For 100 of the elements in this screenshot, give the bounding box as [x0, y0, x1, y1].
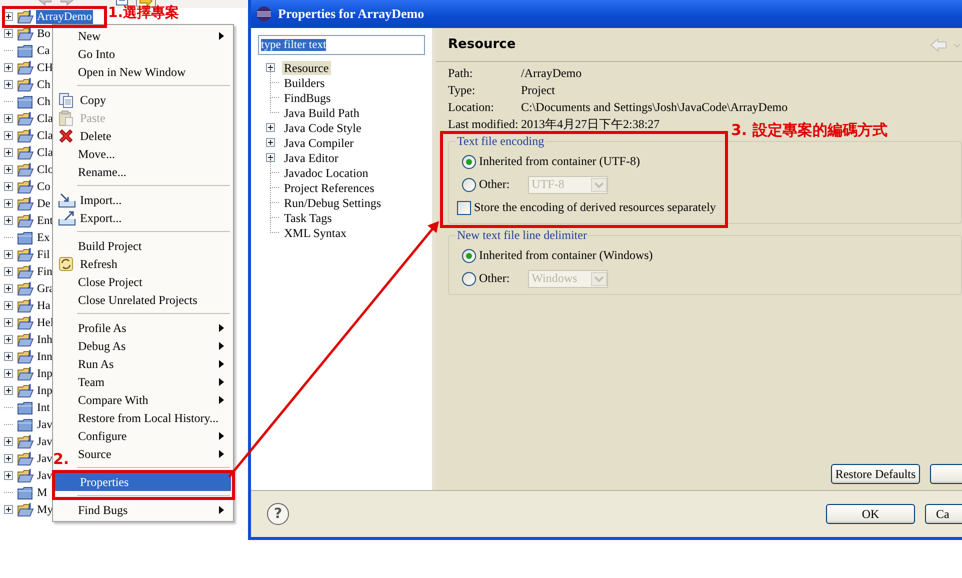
tree-item[interactable]: Resource [282, 60, 331, 74]
option-label[interactable]: Inherited from container (UTF-8) [479, 154, 640, 169]
tree-item[interactable]: Builders [282, 76, 327, 90]
tree-item[interactable]: Inn [36, 350, 54, 364]
tree-item[interactable]: Jav [36, 418, 54, 432]
option-label[interactable]: Store the encoding of derived resources separately [474, 200, 716, 215]
expand-icon[interactable] [4, 63, 13, 72]
expand-icon[interactable] [4, 437, 13, 446]
tree-item[interactable]: Java Code Style [282, 120, 364, 134]
restore-defaults-button[interactable]: Restore Defaults [831, 464, 920, 484]
radio-button[interactable] [462, 154, 476, 168]
tree-item[interactable]: De [36, 196, 52, 210]
menu-item[interactable]: Run As [75, 355, 231, 373]
expand-icon[interactable] [4, 165, 13, 174]
menu-item[interactable]: Properties [55, 473, 231, 491]
back-arrow-icon[interactable] [38, 0, 52, 8]
tree-item[interactable]: Ch [36, 78, 52, 92]
menu-item[interactable]: Go Into [75, 45, 231, 63]
tree-item[interactable]: Run/Debug Settings [282, 196, 384, 210]
menu-item[interactable]: Refresh [55, 255, 231, 273]
expand-icon[interactable] [4, 505, 13, 514]
forward-arrow-icon[interactable] [60, 0, 74, 8]
tree-item[interactable]: Javadoc Location [282, 166, 370, 180]
menu-item[interactable]: Move... [75, 145, 231, 163]
expand-icon[interactable] [4, 318, 13, 327]
tree-item[interactable]: Cla [36, 146, 54, 160]
menu-item[interactable]: Copy [55, 91, 231, 109]
checkbox[interactable] [457, 200, 471, 214]
menu-item[interactable]: Profile As [75, 319, 231, 337]
expand-icon[interactable] [4, 386, 13, 395]
expand-icon[interactable] [4, 148, 13, 157]
ok-button[interactable]: OK [826, 504, 915, 524]
tree-item[interactable]: Ca [36, 44, 51, 58]
menu-item[interactable]: Close Project [75, 273, 231, 291]
expand-icon[interactable] [4, 12, 13, 21]
tree-item[interactable]: Java Editor [282, 150, 340, 164]
menu-item[interactable]: Export... [55, 209, 231, 227]
expand-icon[interactable] [4, 352, 13, 361]
tree-item[interactable]: Ent [36, 214, 54, 228]
option-label[interactable]: Other: [479, 177, 510, 192]
menu-item[interactable]: Configure [75, 427, 231, 445]
expand-icon[interactable] [4, 216, 13, 225]
tree-item[interactable]: Cla [36, 112, 54, 126]
menu-item[interactable]: Team [75, 373, 231, 391]
expand-icon[interactable] [4, 454, 13, 463]
menu-item[interactable]: Rename... [75, 163, 231, 181]
expand-icon[interactable] [4, 284, 13, 293]
option-label[interactable]: Inherited from container (Windows) [479, 248, 653, 263]
tree-item[interactable]: Task Tags [282, 210, 334, 224]
radio-button[interactable] [462, 248, 476, 262]
menu-item[interactable]: Close Unrelated Projects [75, 291, 231, 309]
tree-item[interactable]: Ex [36, 230, 51, 244]
help-button[interactable]: ? [267, 503, 289, 525]
menu-item[interactable]: Source [75, 445, 231, 463]
tree-item[interactable]: Co [36, 180, 52, 194]
tree-item[interactable]: Java Compiler [282, 136, 356, 150]
menu-item[interactable]: Compare With [75, 391, 231, 409]
expand-icon[interactable] [266, 123, 275, 132]
tree-item[interactable]: Bo [36, 26, 52, 40]
radio-button[interactable] [462, 178, 476, 192]
tree-item[interactable]: Java Build Path [282, 106, 362, 120]
expand-icon[interactable] [4, 114, 13, 123]
expand-icon[interactable] [4, 250, 13, 259]
tree-item[interactable]: Fin [36, 264, 54, 278]
expand-icon[interactable] [4, 29, 13, 38]
menu-item[interactable]: Import... [55, 191, 231, 209]
expand-icon[interactable] [4, 267, 13, 276]
expand-icon[interactable] [266, 138, 275, 147]
radio-button[interactable] [462, 272, 476, 286]
tree-item[interactable]: Cla [36, 128, 54, 142]
menu-item[interactable]: New [75, 27, 231, 45]
menu-item[interactable]: Debug As [75, 337, 231, 355]
expand-icon[interactable] [4, 471, 13, 480]
expand-icon[interactable] [4, 301, 13, 310]
tree-item[interactable]: Ch [36, 94, 52, 108]
expand-icon[interactable] [4, 80, 13, 89]
filter-field[interactable]: type filter text [258, 35, 425, 55]
menu-item[interactable]: Open in New Window [75, 63, 231, 81]
tree-item[interactable]: Inp [36, 384, 54, 398]
tree-item[interactable]: Fil [36, 248, 51, 262]
expand-icon[interactable] [4, 182, 13, 191]
tree-item[interactable]: Jav [36, 452, 54, 466]
tree-item[interactable]: ArrayDemo [36, 10, 93, 24]
expand-icon[interactable] [266, 63, 275, 72]
expand-icon[interactable] [4, 369, 13, 378]
tree-item[interactable]: My [36, 502, 54, 516]
tree-item[interactable]: Inh [36, 332, 54, 346]
expand-icon[interactable] [4, 199, 13, 208]
tree-item[interactable]: CH [36, 60, 54, 74]
tree-item[interactable]: Jav [36, 434, 54, 448]
menu-item[interactable]: Restore from Local History... [75, 409, 231, 427]
menu-item[interactable]: Build Project [75, 237, 231, 255]
menu-item[interactable]: Find Bugs [75, 501, 231, 519]
tree-item[interactable]: Inp [36, 366, 54, 380]
menu-item[interactable]: Delete [55, 127, 231, 145]
apply-button[interactable] [930, 464, 962, 484]
tree-item[interactable]: Project References [282, 180, 376, 194]
expand-icon[interactable] [4, 335, 13, 344]
tree-item[interactable]: FindBugs [282, 90, 333, 104]
option-label[interactable]: Other: [479, 271, 510, 286]
